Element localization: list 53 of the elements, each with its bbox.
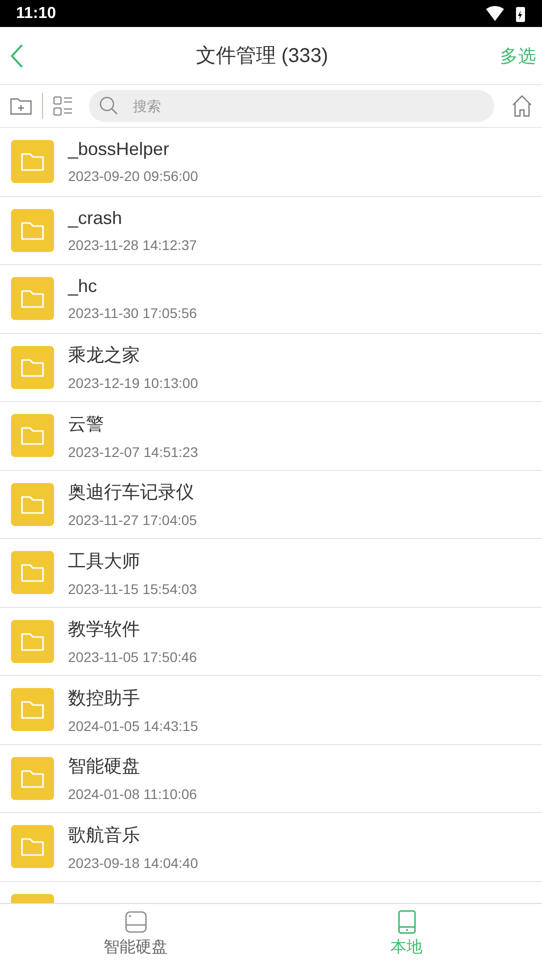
folder-name: _bossHelper (68, 139, 170, 160)
folder-icon (11, 756, 54, 800)
file-row[interactable]: _bossHelper 2023-09-20 09:56:00 (0, 128, 542, 196)
nav-tab[interactable]: 智能硬盘 (0, 904, 271, 964)
list-view-icon[interactable] (53, 96, 73, 116)
folder-name: 奥迪行车记录仪 (68, 481, 195, 504)
file-row[interactable]: 教学软件 2023-11-05 17:50:46 (0, 608, 542, 676)
folder-icon (11, 825, 54, 868)
folder-name: 教学软件 (68, 618, 141, 642)
folder-name: 云警 (68, 412, 105, 436)
hard-drive-icon (124, 910, 148, 934)
folder-icon (11, 688, 54, 732)
file-row[interactable]: _hc 2023-11-30 17:05:56 (0, 265, 542, 334)
modified-date: 2023-09-20 09:56:00 (68, 168, 198, 184)
modified-date: 2023-11-27 17:04:05 (68, 512, 197, 528)
folder-icon (11, 482, 54, 526)
status-time: 11:10 (16, 4, 56, 22)
file-row[interactable]: 智能硬盘 2024-01-08 11:10:06 (0, 744, 542, 813)
modified-date: 2024-01-05 14:43:15 (68, 718, 198, 734)
file-row[interactable]: 数控助手 2024-01-05 14:43:15 (0, 676, 542, 744)
folder-icon (11, 620, 54, 663)
modified-date: 2023-11-05 17:50:46 (68, 649, 197, 666)
folder-name: _hc (68, 276, 98, 298)
modified-date: 2023-12-19 10:13:00 (68, 375, 198, 392)
folder-name: 乘龙之家 (68, 344, 141, 368)
folder-icon (11, 346, 54, 389)
folder-icon (11, 551, 54, 594)
new-folder-icon[interactable] (10, 97, 32, 115)
page-title: 文件管理 (333) (196, 44, 328, 69)
home-icon[interactable] (512, 95, 532, 117)
folder-name: 歌航音乐 (68, 824, 141, 847)
file-row[interactable]: 工具大师 2023-11-15 15:54:03 (0, 539, 542, 608)
modified-date: 2023-11-28 14:12:37 (68, 236, 197, 253)
modified-date: 2023-11-15 15:54:03 (68, 580, 197, 597)
file-row[interactable]: _crash 2023-11-28 14:12:37 (0, 196, 542, 265)
search-field[interactable]: 搜索 (89, 90, 494, 122)
file-row[interactable]: 乘龙之家 2023-12-19 10:13:00 (0, 334, 542, 402)
file-row[interactable]: 歌航音乐 2023-09-18 14:04:40 (0, 813, 542, 882)
modified-date: 2023-09-18 14:04:40 (68, 854, 198, 871)
file-row[interactable]: 奥迪行车记录仪 2023-11-27 17:04:05 (0, 470, 542, 539)
folder-name: 智能硬盘 (68, 755, 141, 778)
folder-name: 数控助手 (68, 686, 141, 710)
folder-icon (11, 277, 54, 320)
folder-name: _crash (68, 208, 124, 229)
back-icon[interactable] (10, 42, 24, 68)
modified-date: 2023-12-07 14:51:23 (68, 444, 198, 460)
modified-date: 2024-01-08 11:10:06 (68, 786, 197, 802)
file-row[interactable]: 云警 2023-12-07 14:51:23 (0, 402, 542, 470)
modified-date: 2023-11-30 17:05:56 (68, 305, 197, 322)
folder-name: 工具大师 (68, 550, 141, 573)
folder-icon (11, 414, 54, 458)
folder-icon (11, 208, 54, 252)
folder-icon (11, 140, 54, 184)
